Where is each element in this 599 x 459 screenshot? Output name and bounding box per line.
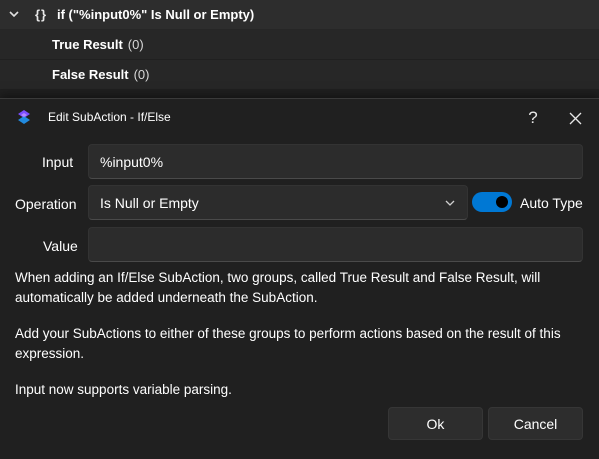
auto-type-toggle[interactable] xyxy=(472,192,512,212)
dialog-title: Edit SubAction - If/Else xyxy=(48,110,171,124)
true-result-count: (0) xyxy=(127,37,144,52)
input-label: Input xyxy=(42,154,74,170)
if-node-row[interactable]: {} if ("%input0%" Is Null or Empty) xyxy=(0,0,599,30)
info-text-1: When adding an If/Else SubAction, two gr… xyxy=(15,270,541,305)
app-logo-icon xyxy=(18,110,30,124)
info-text-3: Input now supports variable parsing. xyxy=(15,382,232,397)
cancel-button[interactable]: Cancel xyxy=(488,407,583,440)
true-result-label: True Result (0) xyxy=(52,37,144,52)
operation-label: Operation xyxy=(15,196,77,212)
false-result-label: False Result (0) xyxy=(52,67,150,82)
toggle-knob xyxy=(496,196,508,208)
input-field-value: %input0% xyxy=(100,153,164,170)
if-node-title: if ("%input0%" Is Null or Empty) xyxy=(57,7,255,22)
edit-subaction-dialog: Edit SubAction - If/Else ? Input %input0… xyxy=(0,98,599,459)
input-field[interactable]: %input0% xyxy=(88,144,583,179)
help-button[interactable]: ? xyxy=(513,103,553,133)
braces-icon: {} xyxy=(35,7,48,22)
ok-button[interactable]: Ok xyxy=(388,407,483,440)
close-icon[interactable] xyxy=(569,112,582,125)
info-text-2: Add your SubActions to either of these g… xyxy=(15,326,561,361)
value-label: Value xyxy=(43,238,78,254)
auto-type-label: Auto Type xyxy=(520,195,583,211)
false-result-count: (0) xyxy=(133,67,150,82)
dialog-titlebar[interactable]: Edit SubAction - If/Else ? xyxy=(0,99,599,135)
value-field[interactable] xyxy=(88,227,583,262)
true-result-row[interactable]: True Result (0) xyxy=(0,30,599,59)
false-result-row[interactable]: False Result (0) xyxy=(0,60,599,89)
chevron-down-icon[interactable] xyxy=(7,7,21,21)
chevron-down-icon xyxy=(445,200,455,206)
operation-dropdown-value: Is Null or Empty xyxy=(100,194,199,211)
operation-dropdown[interactable]: Is Null or Empty xyxy=(88,185,468,220)
close-button[interactable] xyxy=(555,103,595,133)
